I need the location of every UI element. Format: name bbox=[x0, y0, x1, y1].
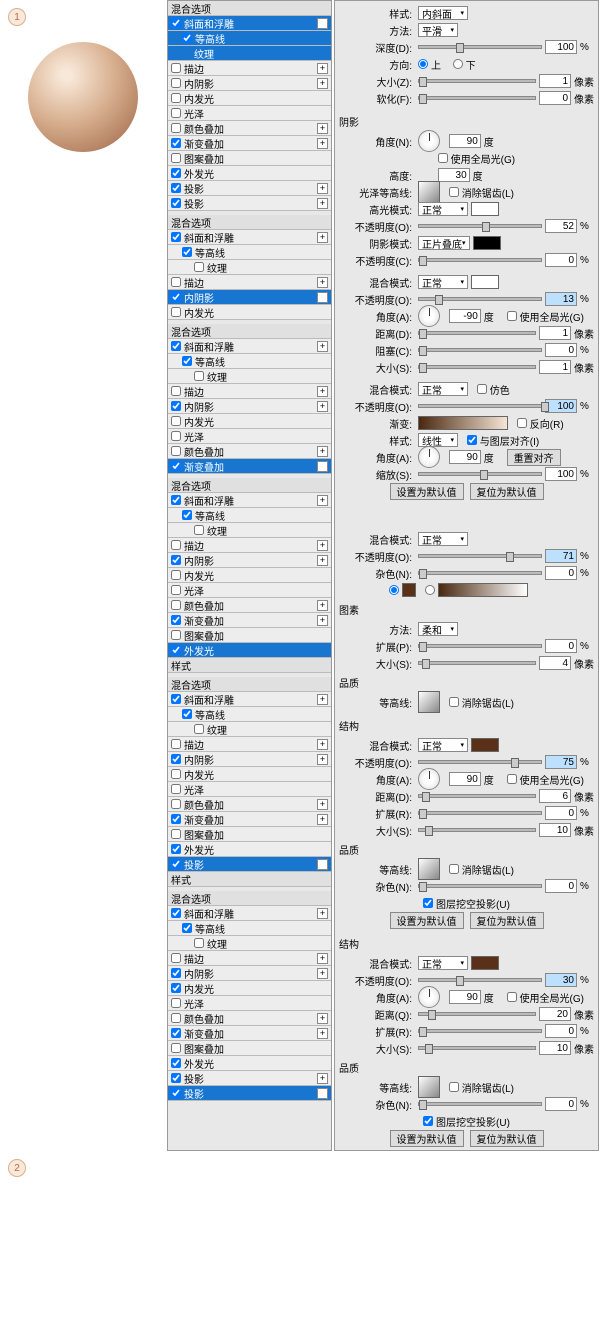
global-light-cb[interactable] bbox=[438, 153, 448, 163]
color-overlay-6[interactable]: 颜色叠加+ bbox=[168, 1011, 331, 1026]
pattern-overlay[interactable]: 图案叠加 bbox=[168, 151, 331, 166]
stroke[interactable]: 描边+ bbox=[168, 61, 331, 76]
grad-overlay-5[interactable]: 渐变叠加+ bbox=[168, 812, 331, 827]
bevel-emboss-5[interactable]: 斜面和浮雕+ bbox=[168, 692, 331, 707]
drop-shadow2[interactable]: 投影+ bbox=[168, 196, 331, 211]
inner-shadow-5[interactable]: 内阴影+ bbox=[168, 752, 331, 767]
depth-slider[interactable] bbox=[418, 45, 542, 49]
inner-shadow-3[interactable]: 内阴影+ bbox=[168, 399, 331, 414]
reset-align-btn[interactable]: 重置对齐 bbox=[507, 449, 561, 466]
drop-shadow[interactable]: 投影+ bbox=[168, 181, 331, 196]
texture-4[interactable]: 纹理 bbox=[168, 523, 331, 538]
bevel-emboss-2[interactable]: 斜面和浮雕+ bbox=[168, 230, 331, 245]
step-badge-2: 2 bbox=[8, 1159, 26, 1177]
satin-6[interactable]: 光泽 bbox=[168, 996, 331, 1011]
style-4[interactable]: 样式 bbox=[168, 658, 331, 673]
shading-title: 阴影 bbox=[339, 111, 594, 132]
inner-glow-2[interactable]: 内发光 bbox=[168, 305, 331, 320]
inner-glow[interactable]: 内发光 bbox=[168, 91, 331, 106]
contour-5[interactable]: 等高线 bbox=[168, 707, 331, 722]
add-icon[interactable]: + bbox=[317, 18, 328, 29]
drop-shadow-5[interactable]: 投影+ bbox=[168, 857, 331, 872]
grad-overlay-6[interactable]: 渐变叠加+ bbox=[168, 1026, 331, 1041]
drop-shadow-6a[interactable]: 投影+ bbox=[168, 1071, 331, 1086]
inner-shadow[interactable]: 内阴影+ bbox=[168, 76, 331, 91]
style-select[interactable]: 内斜面▾ bbox=[418, 6, 468, 20]
stroke-4[interactable]: 描边+ bbox=[168, 538, 331, 553]
stroke-6[interactable]: 描边+ bbox=[168, 951, 331, 966]
depth-input[interactable]: 100 bbox=[545, 40, 577, 54]
reset-default-btn[interactable]: 复位为默认值 bbox=[470, 483, 544, 500]
stroke-2[interactable]: 描边+ bbox=[168, 275, 331, 290]
inner-shadow-4[interactable]: 内阴影+ bbox=[168, 553, 331, 568]
glow-color[interactable] bbox=[402, 583, 416, 597]
hilite-color[interactable] bbox=[471, 202, 499, 216]
preview-col: 1 bbox=[0, 0, 165, 1151]
bevel-emboss-4[interactable]: 斜面和浮雕+ bbox=[168, 493, 331, 508]
blend-options-4[interactable]: 混合选项 bbox=[168, 478, 331, 493]
outer-glow-4[interactable]: 外发光 bbox=[168, 643, 331, 658]
blend-options-5[interactable]: 混合选项 bbox=[168, 677, 331, 692]
shadow-color[interactable] bbox=[473, 236, 501, 250]
gradient-picker[interactable] bbox=[418, 416, 508, 430]
color-overlay-3[interactable]: 颜色叠加+ bbox=[168, 444, 331, 459]
stroke-3[interactable]: 描边+ bbox=[168, 384, 331, 399]
blend-options[interactable]: 混合选项 bbox=[168, 1, 331, 16]
blend-options-2[interactable]: 混合选项 bbox=[168, 215, 331, 230]
inner-shadow-2[interactable]: 内阴影+ bbox=[168, 290, 331, 305]
satin-5[interactable]: 光泽 bbox=[168, 782, 331, 797]
effects-panel: 混合选项 斜面和浮雕+ 等高线 纹理 描边+ 内阴影+ 内发光 光泽 颜色叠加+… bbox=[167, 0, 332, 1151]
bevel-emboss-6[interactable]: 斜面和浮雕+ bbox=[168, 906, 331, 921]
inner-glow-6[interactable]: 内发光 bbox=[168, 981, 331, 996]
inner-shadow-6[interactable]: 内阴影+ bbox=[168, 966, 331, 981]
color-overlay[interactable]: 颜色叠加+ bbox=[168, 121, 331, 136]
set-default-btn[interactable]: 设置为默认值 bbox=[390, 483, 464, 500]
gloss-contour[interactable] bbox=[418, 181, 440, 203]
pattern-overlay-4[interactable]: 图案叠加 bbox=[168, 628, 331, 643]
texture[interactable]: 纹理 bbox=[168, 46, 331, 61]
inner-glow-4[interactable]: 内发光 bbox=[168, 568, 331, 583]
texture-5[interactable]: 纹理 bbox=[168, 722, 331, 737]
bevel-emboss-3[interactable]: 斜面和浮雕+ bbox=[168, 339, 331, 354]
color-overlay-5[interactable]: 颜色叠加+ bbox=[168, 797, 331, 812]
dir-up[interactable] bbox=[418, 59, 428, 69]
contour-4[interactable]: 等高线 bbox=[168, 508, 331, 523]
texture-2[interactable]: 纹理 bbox=[168, 260, 331, 275]
satin-3[interactable]: 光泽 bbox=[168, 429, 331, 444]
inner-glow-3[interactable]: 内发光 bbox=[168, 414, 331, 429]
preview-sphere bbox=[28, 42, 138, 152]
style-5[interactable]: 样式 bbox=[168, 872, 331, 887]
bevel-emboss[interactable]: 斜面和浮雕+ bbox=[168, 16, 331, 31]
drop-shadow-6b[interactable]: 投影+ bbox=[168, 1086, 331, 1101]
outer-glow[interactable]: 外发光 bbox=[168, 166, 331, 181]
method-select[interactable]: 平滑▾ bbox=[418, 23, 458, 37]
properties-panel: 样式:内斜面▾ 方法:平滑▾ 深度(D):100% 方向:上 下 大小(Z):1… bbox=[334, 0, 599, 1151]
contour-3[interactable]: 等高线 bbox=[168, 354, 331, 369]
pattern-overlay-5[interactable]: 图案叠加 bbox=[168, 827, 331, 842]
blend-options-3[interactable]: 混合选项 bbox=[168, 324, 331, 339]
step-badge-1: 1 bbox=[8, 8, 26, 26]
blend-options-6[interactable]: 混合选项 bbox=[168, 891, 331, 906]
contour-6[interactable]: 等高线 bbox=[168, 921, 331, 936]
glow-gradient[interactable] bbox=[438, 583, 528, 597]
grad-overlay[interactable]: 渐变叠加+ bbox=[168, 136, 331, 151]
contour[interactable]: 等高线 bbox=[168, 31, 331, 46]
satin-4[interactable]: 光泽 bbox=[168, 583, 331, 598]
outer-glow-5[interactable]: 外发光 bbox=[168, 842, 331, 857]
color-overlay-4[interactable]: 颜色叠加+ bbox=[168, 598, 331, 613]
dir-down[interactable] bbox=[453, 59, 463, 69]
angle-dial[interactable] bbox=[418, 130, 440, 152]
stroke-5[interactable]: 描边+ bbox=[168, 737, 331, 752]
texture-6[interactable]: 纹理 bbox=[168, 936, 331, 951]
satin[interactable]: 光泽 bbox=[168, 106, 331, 121]
grad-overlay-4[interactable]: 渐变叠加+ bbox=[168, 613, 331, 628]
inner-glow-5[interactable]: 内发光 bbox=[168, 767, 331, 782]
contour-2[interactable]: 等高线 bbox=[168, 245, 331, 260]
texture-3[interactable]: 纹理 bbox=[168, 369, 331, 384]
outer-glow-6[interactable]: 外发光 bbox=[168, 1056, 331, 1071]
grad-overlay-3[interactable]: 渐变叠加+ bbox=[168, 459, 331, 474]
pattern-overlay-6[interactable]: 图案叠加 bbox=[168, 1041, 331, 1056]
